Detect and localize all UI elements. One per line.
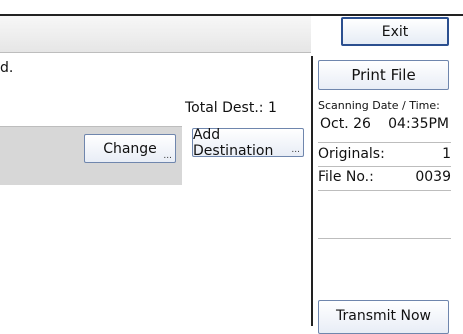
ellipsis-icon: ... xyxy=(163,151,172,161)
scan-info: Scanning Date / Time: Oct. 26 04:35PM xyxy=(318,99,449,131)
total-destinations: Total Dest.: 1 xyxy=(185,100,277,116)
separator xyxy=(318,238,451,239)
file-no-row: File No.: 0039 xyxy=(318,169,451,185)
info-panel xyxy=(311,56,463,326)
originals-label: Originals: xyxy=(318,146,385,162)
ellipsis-icon: ... xyxy=(291,145,300,155)
scan-datetime: Oct. 26 04:35PM xyxy=(320,117,449,131)
separator xyxy=(318,142,451,143)
file-no-label: File No.: xyxy=(318,169,374,185)
print-file-button[interactable]: Print File xyxy=(318,60,449,90)
message-fragment: d. xyxy=(0,60,14,76)
add-destination-label: Add Destination xyxy=(193,126,274,159)
originals-row: Originals: 1 xyxy=(318,146,451,162)
scan-time: 04:35PM xyxy=(388,116,449,132)
change-label: Change xyxy=(103,140,157,157)
print-file-label: Print File xyxy=(351,66,416,84)
title-bar: Exit xyxy=(0,0,463,56)
separator xyxy=(318,166,451,167)
separator xyxy=(318,190,451,191)
transmit-now-button[interactable]: Transmit Now xyxy=(318,300,449,334)
add-destination-button[interactable]: Add Destination ... xyxy=(192,126,304,159)
originals-value: 1 xyxy=(442,146,451,162)
scan-date: Oct. 26 xyxy=(320,116,371,132)
file-no-value: 0039 xyxy=(415,169,451,185)
transmit-now-label: Transmit Now xyxy=(336,308,431,324)
scanning-date-label: Scanning Date / Time: xyxy=(318,99,440,112)
change-button[interactable]: Change ... xyxy=(84,134,176,163)
panel-divider xyxy=(311,56,313,326)
exit-label: Exit xyxy=(381,23,409,40)
top-frame-line xyxy=(311,14,463,16)
header-strip xyxy=(0,16,311,53)
exit-button[interactable]: Exit xyxy=(341,17,449,46)
